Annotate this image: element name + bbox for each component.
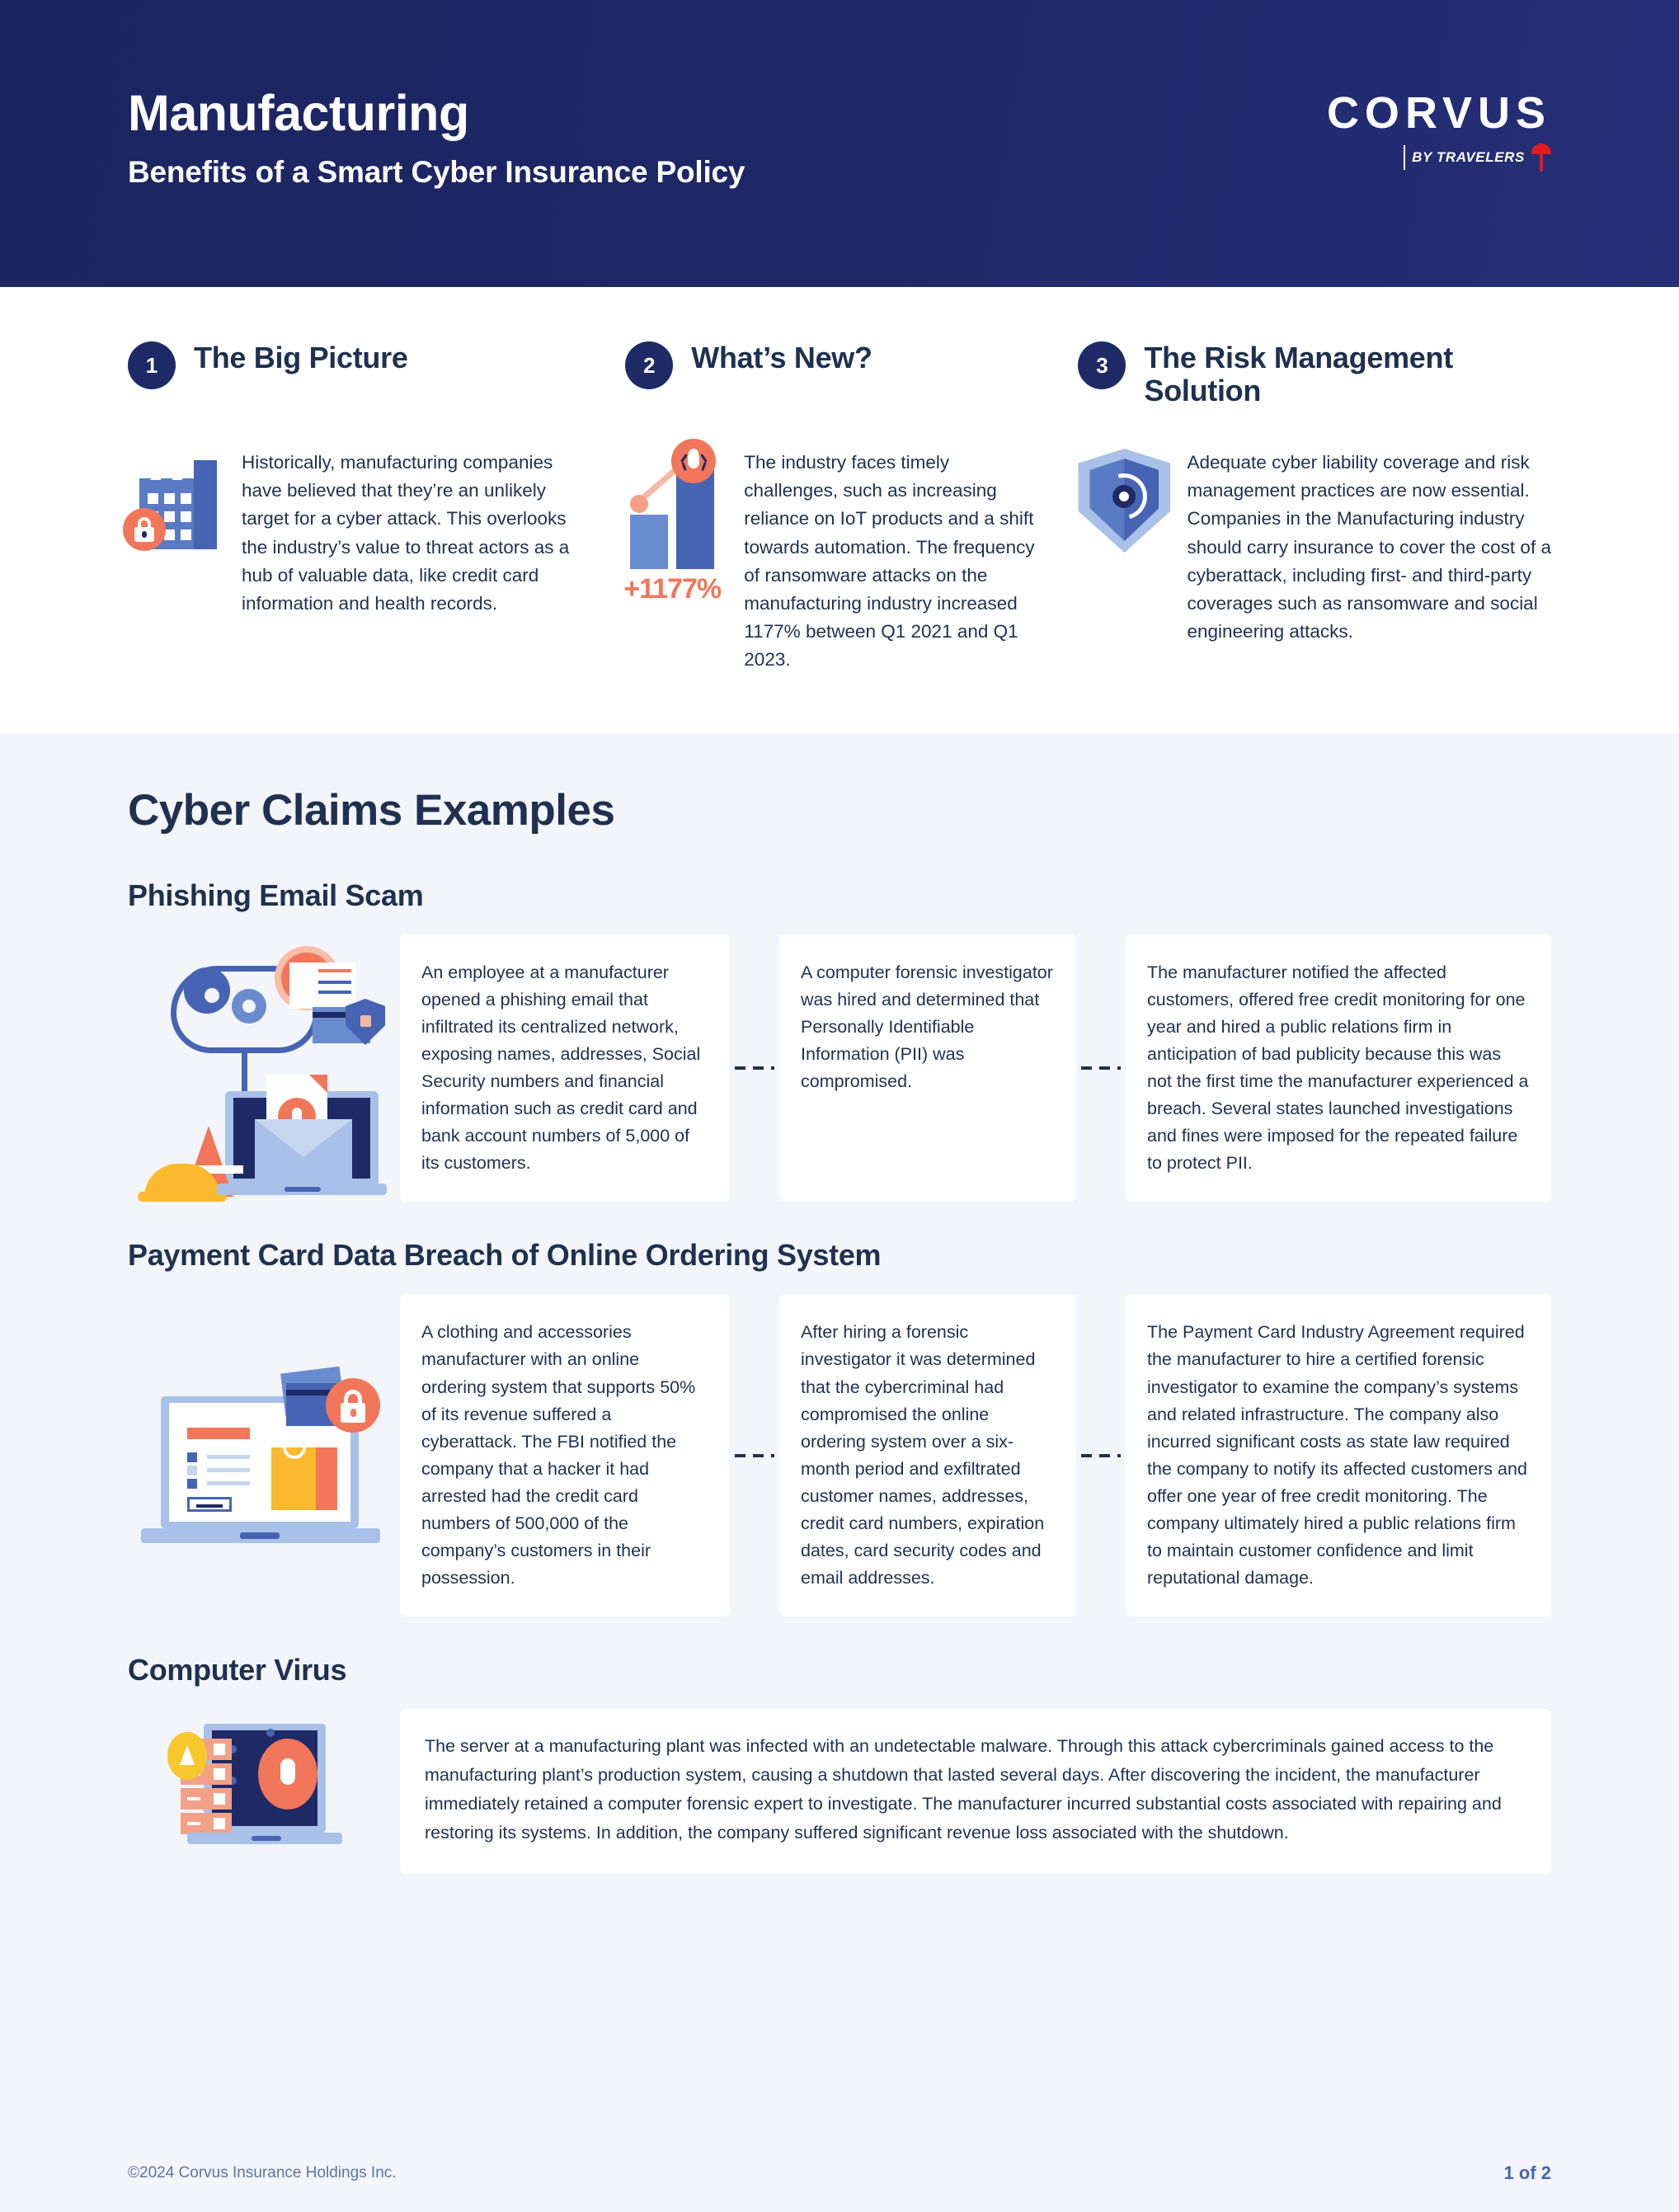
bug-icon [258,1739,317,1810]
overview-header-3: 3 The Risk Management Solution [1078,338,1551,417]
claim-heading-phishing: Phishing Email Scam [128,878,424,912]
claim-step-card: After hiring a forensic investigator it … [779,1294,1076,1617]
claim-step-card: An employee at a manufacturer opened a p… [400,934,730,1202]
logo-byline: BY TRAVELERS [1412,149,1525,165]
overview-title-1: The Big Picture [194,341,408,374]
overview-columns: 1 The Big Picture Historically, manufact… [123,338,1551,675]
overview-header-1: 1 The Big Picture [128,338,587,417]
claims-title: Cyber Claims Examples [128,785,615,835]
claim-row-phishing: An employee at a manufacturer opened a p… [128,934,1551,1202]
claims-section: Cyber Claims Examples Phishing Email Sca… [0,733,1679,2136]
bug-icon [671,439,717,483]
umbrella-icon [1531,144,1551,172]
overview-column-1: 1 The Big Picture Historically, manufact… [123,338,587,675]
corvus-logo: CORVUS BY TRAVELERS [1327,91,1551,196]
overview-body-3: Adequate cyber liability coverage and ri… [1078,449,1551,646]
overview-column-3: 3 The Risk Management Solution Adequate … [1078,338,1551,675]
factory-lock-icon [123,449,225,556]
header-titles: Manufacturing Benefits of a Smart Cyber … [128,86,1327,200]
online-ordering-card-illustration [128,1294,400,1617]
server-virus-illustration [128,1709,400,1874]
overview-text-2: The industry faces timely challenges, su… [744,452,1035,671]
overview-section: 1 The Big Picture Historically, manufact… [0,287,1679,734]
page-footer: ©2024 Corvus Insurance Holdings Inc. 1 o… [0,2135,1679,2212]
overview-title-2: What’s New? [691,341,872,374]
claim-step-card: A clothing and accessories manufacturer … [400,1294,730,1617]
overview-body-1: Historically, manufacturing companies ha… [123,449,587,618]
step-badge-1: 1 [128,341,176,389]
step-connector-dashed [730,934,779,1202]
overview-title-3: The Risk Management Solution [1144,341,1453,408]
claim-virus-text: The server at a manufacturing plant was … [400,1709,1551,1875]
page-subtitle: Benefits of a Smart Cyber Insurance Poli… [128,154,745,189]
overview-body-2: +1177% The industry faces timely challen… [623,439,1040,675]
claim-step-card: The Payment Card Industry Agreement requ… [1126,1294,1551,1617]
page-number: 1 of 2 [1503,2162,1551,2183]
claim-heading-payment-card: Payment Card Data Breach of Online Order… [128,1238,882,1273]
claim-step-card: The manufacturer notified the affected c… [1126,934,1551,1202]
step-badge-2: 2 [625,341,674,389]
overview-column-2: 2 What’s New? +1177% The industry faces … [623,338,1040,675]
page-title: Manufacturing [128,85,469,142]
logo-byline-row: BY TRAVELERS [1327,144,1551,172]
copyright-text: ©2024 Corvus Insurance Holdings Inc. [128,2163,397,2181]
claim-row-computer-virus: The server at a manufacturing plant was … [128,1709,1551,1875]
overview-header-2: 2 What’s New? [625,338,1040,417]
step-connector-dashed [1076,1294,1126,1617]
overview-text-1: Historically, manufacturing companies ha… [242,452,570,614]
claim-row-payment-card: A clothing and accessories manufacturer … [128,1294,1551,1617]
logo-divider [1404,145,1406,170]
overview-text-3: Adequate cyber liability coverage and ri… [1187,452,1551,642]
lock-icon [123,508,166,551]
step-badge-3: 3 [1078,341,1126,389]
bar-chart-bug-icon: +1177% [623,439,727,605]
step-connector-dashed [730,1294,779,1617]
lock-icon [326,1377,380,1433]
logo-wordmark: CORVUS [1326,88,1551,138]
phishing-email-illustration [128,934,400,1202]
page-header: Manufacturing Benefits of a Smart Cyber … [0,0,1679,287]
claim-step-card: A computer forensic investigator was hir… [779,934,1076,1202]
step-connector-dashed [1076,934,1126,1202]
shield-gear-icon [1078,449,1171,558]
stat-increase: +1177% [623,573,722,605]
claim-heading-computer-virus: Computer Virus [128,1653,347,1687]
